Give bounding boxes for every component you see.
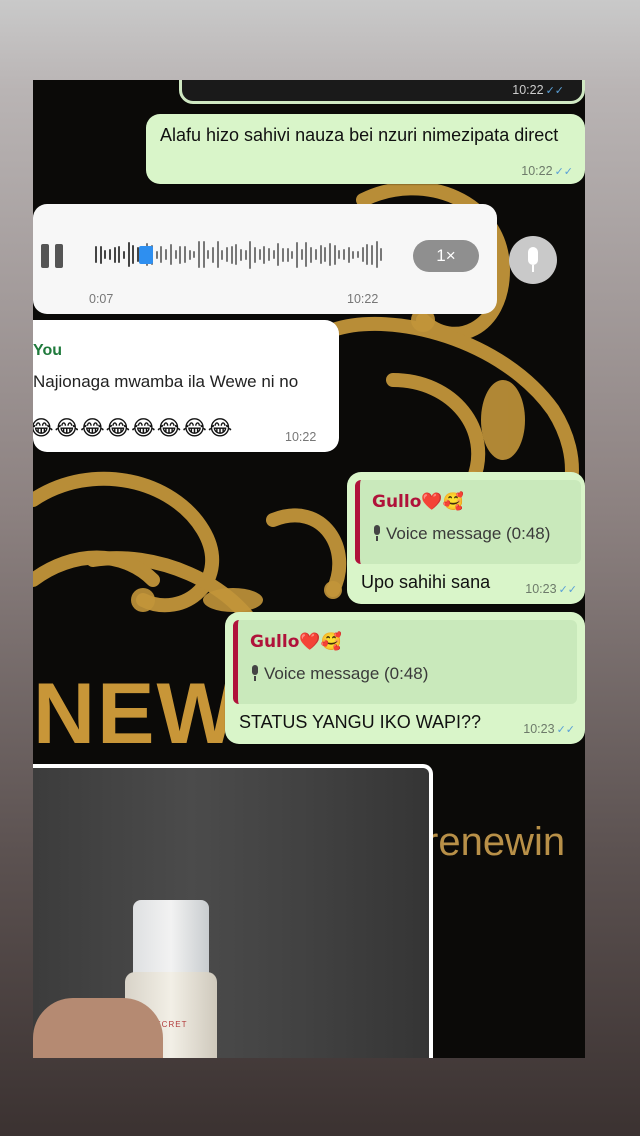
waveform-bar	[320, 245, 322, 264]
waveform-bar	[198, 241, 200, 268]
chat-screen: NEW renewin 10:22 ✓✓ Alafu hizo sahivi na…	[33, 80, 585, 1058]
waveform-bar	[249, 241, 251, 269]
waveform-bar	[184, 246, 186, 263]
waveform-bar	[352, 251, 354, 259]
quoted-voice-label: Voice message (0:48)	[250, 664, 428, 684]
microphone-icon	[372, 525, 382, 541]
waveform-bar	[221, 250, 223, 260]
waveform-bar	[277, 243, 279, 266]
waveform-bar	[296, 242, 298, 268]
message-text: Upo sahihi sana	[361, 572, 491, 592]
waveform-bar	[189, 250, 191, 260]
waveform[interactable]	[95, 240, 385, 270]
waveform-bar	[305, 242, 307, 267]
waveform-bar	[128, 242, 130, 267]
outgoing-message-bubble[interactable]: Alafu hizo sahivi nauza bei nzuri nimezi…	[146, 114, 585, 184]
sender-name: You	[33, 342, 63, 359]
waveform-bar	[315, 249, 317, 260]
waveform-bar	[287, 248, 289, 262]
reply-message-bubble[interactable]: Gullo❤️🥰 Voice message (0:48) Upo sahihi…	[347, 472, 585, 604]
waveform-bar	[291, 251, 293, 259]
quoted-sender-name: Gullo❤️🥰	[372, 492, 464, 512]
voice-time: 10:22	[347, 292, 379, 306]
waveform-bar	[235, 244, 237, 265]
waveform-bar	[160, 246, 162, 263]
waveform-bar	[179, 246, 181, 264]
waveform-bar	[343, 249, 345, 260]
waveform-bar	[193, 251, 195, 258]
waveform-bar	[273, 250, 275, 259]
waveform-bar	[100, 246, 102, 264]
voice-message-player[interactable]: 1× 0:07 10:22	[33, 204, 497, 314]
message-time: 10:23 ✓✓	[525, 582, 577, 596]
waveform-bar	[376, 241, 378, 268]
waveform-bar	[240, 249, 242, 261]
microphone-icon	[250, 665, 260, 681]
waveform-bar	[366, 244, 368, 265]
message-bubble-partial[interactable]: 10:22 ✓✓	[179, 80, 585, 104]
waveform-bar	[207, 250, 209, 259]
reply-message-bubble[interactable]: Gullo❤️🥰 Voice message (0:48) STATUS YAN…	[225, 612, 585, 744]
waveform-bar	[156, 251, 158, 259]
waveform-bar	[263, 246, 265, 264]
waveform-bar	[310, 247, 312, 263]
message-text: STATUS YANGU IKO WAPI??	[239, 712, 482, 732]
waveform-bar	[348, 247, 350, 263]
waveform-bar	[217, 241, 219, 268]
waveform-bar	[109, 249, 111, 260]
waveform-bar	[362, 247, 364, 262]
waveform-bar	[170, 244, 172, 265]
waveform-bar	[380, 248, 382, 261]
message-emojis: 😂😂😂😂😂😂😂😂	[33, 416, 234, 440]
wallpaper-text-new: NEW	[33, 666, 240, 762]
waveform-bar	[104, 250, 106, 259]
waveform-bar	[203, 241, 205, 268]
pause-icon[interactable]	[41, 244, 67, 268]
message-time: 10:22 ✓✓	[521, 164, 573, 178]
waveform-bar	[357, 251, 359, 258]
waveform-bar	[329, 243, 331, 266]
playback-speed-button[interactable]: 1×	[413, 240, 479, 272]
waveform-progress-knob[interactable]	[139, 246, 153, 264]
image-message[interactable]: K-SECRET	[33, 764, 433, 1058]
waveform-bar	[254, 247, 256, 263]
waveform-bar	[245, 250, 247, 260]
message-time: 10:22 ✓✓	[512, 83, 564, 97]
quoted-sender-name: Gullo❤️🥰	[250, 632, 342, 652]
waveform-bar	[231, 246, 233, 264]
waveform-bar	[324, 247, 326, 262]
voice-elapsed: 0:07	[89, 292, 114, 306]
waveform-bar	[114, 247, 116, 263]
waveform-bar	[123, 251, 125, 259]
quoted-message[interactable]: Gullo❤️🥰 Voice message (0:48)	[355, 480, 581, 564]
waveform-bar	[165, 249, 167, 260]
waveform-bar	[226, 247, 228, 262]
waveform-bar	[282, 248, 284, 262]
waveform-bar	[132, 245, 134, 264]
waveform-bar	[268, 248, 270, 261]
message-text: Alafu hizo sahivi nauza bei nzuri nimezi…	[160, 125, 559, 145]
waveform-bar	[338, 250, 340, 259]
wallpaper-text-renewin: renewin	[425, 820, 566, 864]
waveform-bar	[212, 247, 214, 263]
quoted-voice-label: Voice message (0:48)	[372, 524, 550, 544]
quoted-message[interactable]: Gullo❤️🥰 Voice message (0:48)	[233, 620, 577, 704]
hand-image	[33, 998, 163, 1058]
waveform-bar	[334, 245, 336, 265]
waveform-bar	[118, 246, 120, 263]
waveform-bar	[371, 245, 373, 265]
waveform-bar	[175, 250, 177, 259]
waveform-bar	[259, 249, 261, 260]
microphone-icon[interactable]	[509, 236, 557, 284]
message-time: 10:23 ✓✓	[523, 722, 575, 736]
message-time: 10:22	[285, 430, 317, 444]
message-text: Najionaga mwamba ila Wewe ni no	[33, 372, 299, 391]
waveform-bar	[95, 246, 97, 263]
incoming-message-bubble[interactable]: You Najionaga mwamba ila Wewe ni no 😂😂😂😂…	[33, 320, 339, 452]
waveform-bar	[301, 249, 303, 260]
